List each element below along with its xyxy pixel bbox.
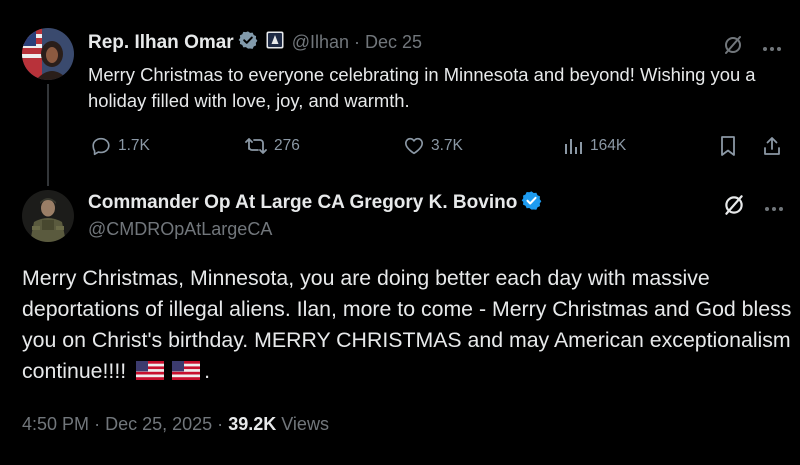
tweet1-action-bar: 1.7K 276 3.7K 164K [88, 135, 788, 157]
us-flag-icon [172, 358, 201, 389]
tweet2-text-end: . [204, 359, 211, 383]
separator-dot: · [354, 32, 361, 52]
views-count: 164K [590, 137, 627, 154]
author-handle[interactable]: @CMDROpAtLargeCA [88, 219, 272, 240]
author-avatar-omar[interactable] [22, 28, 74, 80]
tweet-time[interactable]: 4:50 PM [22, 414, 89, 434]
reply-count: 1.7K [118, 137, 150, 154]
like-count: 3.7K [431, 137, 463, 154]
tweet2-meta: 4:50 PM · Dec 25, 2025 · 39.2K Views [22, 414, 329, 435]
share-button[interactable] [762, 135, 782, 157]
tweet-full-date[interactable]: Dec 25, 2025 [105, 414, 212, 434]
heart-icon [403, 135, 425, 157]
verified-badge-icon [238, 30, 258, 55]
author-handle[interactable]: @Ilhan [292, 32, 349, 53]
views-label: Views [281, 414, 329, 434]
bookmark-button[interactable] [718, 135, 738, 157]
share-icon [762, 135, 782, 157]
separator-dot: · [217, 414, 224, 434]
tweet2-topright-controls [722, 193, 784, 222]
grok-slash-icon[interactable] [722, 193, 746, 222]
tweet1-text: Merry Christmas to everyone celebrating … [88, 64, 756, 111]
repost-count: 276 [274, 137, 300, 154]
tweet-date[interactable]: Dec 25 [365, 32, 422, 53]
tweet2-header: Commander Op At Large CA Gregory K. Bovi… [88, 190, 542, 216]
more-dots-icon[interactable] [762, 39, 782, 57]
verified-badge-icon [521, 190, 542, 216]
us-flag-icon [136, 358, 165, 389]
tweet1-header: Rep. Ilhan Omar @Ilhan · Dec 25 [88, 30, 422, 55]
author-avatar-bovino[interactable] [22, 190, 74, 242]
like-button[interactable]: 3.7K [403, 135, 463, 157]
government-label-icon[interactable] [266, 31, 284, 54]
bookmark-icon [718, 135, 738, 157]
thread-connector-line [47, 84, 49, 186]
separator-dot: · [94, 414, 101, 434]
views-count: 39.2K [228, 414, 277, 434]
repost-button[interactable]: 276 [244, 135, 300, 157]
reply-button[interactable]: 1.7K [90, 135, 150, 157]
views-button[interactable]: 164K [562, 135, 626, 157]
tweet1-topright-controls [722, 34, 782, 61]
grok-slash-icon[interactable] [722, 34, 744, 61]
tweet2-text: Merry Christmas, Minnesota, you are doin… [22, 263, 792, 389]
author-name[interactable]: Commander Op At Large CA Gregory K. Bovi… [88, 192, 517, 214]
reply-icon [90, 135, 112, 157]
views-bars-icon [562, 135, 584, 157]
author-name[interactable]: Rep. Ilhan Omar [88, 32, 234, 54]
repost-icon [244, 135, 268, 157]
more-dots-icon[interactable] [764, 199, 784, 217]
